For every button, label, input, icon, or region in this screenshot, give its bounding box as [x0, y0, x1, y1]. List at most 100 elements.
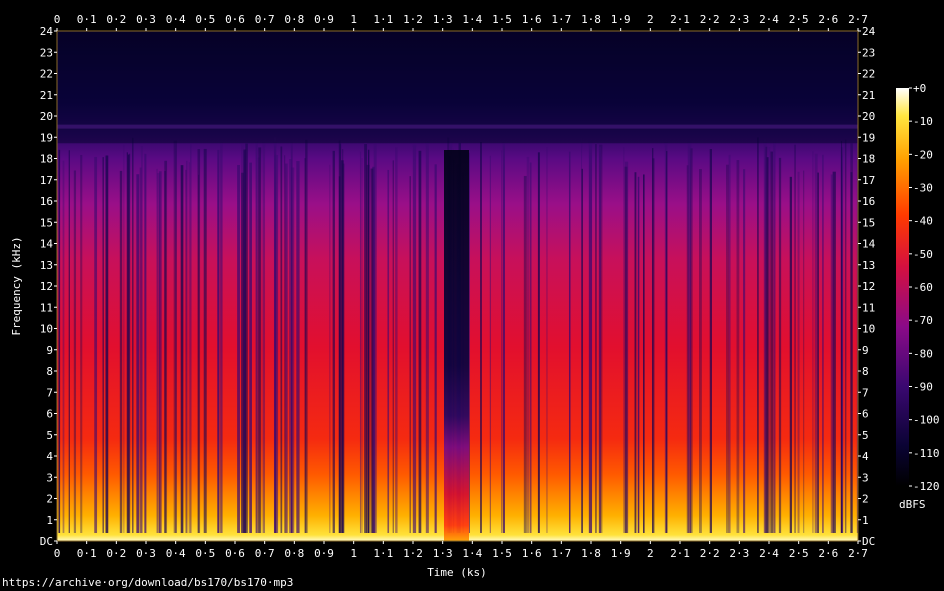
x-tick-label: 1·8 [581, 13, 601, 26]
x-tick-label: 0·1 [77, 13, 97, 26]
dropout-stripe [797, 171, 800, 534]
x-tick-label: 0·9 [314, 547, 334, 560]
colorbar-tick-label: -60 [913, 281, 933, 294]
dropout-stripe [180, 165, 184, 533]
x-tick-label: 1·4 [462, 13, 482, 26]
dropout-stripe [280, 146, 283, 533]
y-tick-label: 15 [862, 216, 875, 229]
y-tick-label: 14 [40, 238, 54, 251]
dropout-stripe [687, 141, 692, 533]
dropout-stripe [136, 174, 140, 533]
dropout-stripe [814, 153, 818, 533]
dropout-stripe [68, 150, 70, 533]
dropout-stripe [709, 149, 712, 534]
y-tick-label: 22 [40, 68, 53, 81]
dropout-stripe [768, 147, 771, 533]
dropout-stripe [434, 164, 437, 533]
dropout-stripe [773, 140, 776, 533]
x-tick-label: 0·8 [284, 547, 304, 560]
colorbar-tick-label: -100 [913, 414, 940, 427]
dropout-stripe [217, 149, 220, 533]
y-tick-label: 19 [40, 131, 53, 144]
y-tick-label: 18 [40, 153, 53, 166]
x-tick-label: 2·1 [670, 13, 690, 26]
dropout-stripe [412, 144, 417, 533]
x-axis-label: Time (ks) [427, 566, 487, 579]
x-tick-label: 0 [54, 547, 61, 560]
dropout-stripe [62, 160, 65, 533]
dropout-stripe [367, 149, 370, 534]
dropout-stripe [623, 147, 625, 534]
x-tick-label: 0·5 [195, 547, 215, 560]
dropout-stripe [132, 137, 134, 534]
dropout-stripe [203, 148, 207, 533]
dropout-stripe [243, 149, 247, 533]
dropout-stripe [844, 139, 847, 534]
x-tick-label: 1·2 [403, 13, 423, 26]
dropout-stripe [637, 176, 640, 533]
dropout-stripe [766, 157, 769, 534]
dropout-stripe [123, 144, 125, 533]
y-tick-label: 17 [862, 174, 875, 187]
dropout-stripe [812, 151, 814, 533]
dropout-stripe [220, 142, 223, 534]
x-axis-top: 0 0·1 0·2 0·3 0·4 0·5 0·6 0·7 0·8 0·9 1 1·1 1·2 1·3 1·… [54, 13, 868, 31]
colorbar-ticks: +0 -10 -20 -30 -40 -50 -60 -70 -80 -90 -100 -110 -12… [909, 82, 940, 493]
dropout-stripe [255, 139, 258, 533]
x-tick-label: 2·2 [700, 547, 720, 560]
dropout-stripe [736, 160, 740, 533]
x-tick-label: 0·9 [314, 13, 334, 26]
y-tick-label: 23 [40, 46, 53, 59]
dropout-stripe [258, 147, 262, 534]
dropout-stripe [105, 155, 109, 534]
dropout-stripe [568, 151, 571, 533]
colorbar-tick-label: -70 [913, 314, 933, 327]
y-tick-label: 6 [46, 408, 53, 421]
dropout-stripe [803, 170, 805, 533]
y-tick-label: 14 [862, 238, 876, 251]
y-tick-label: 17 [40, 174, 53, 187]
dropout-stripe [164, 171, 166, 533]
dropout-stripe [241, 172, 244, 534]
x-tick-label: 2·3 [729, 547, 749, 560]
x-tick-label: 0·3 [136, 547, 156, 560]
dropout-stripe [332, 150, 335, 534]
dropout-stripe [361, 158, 363, 533]
x-tick-label: 0·5 [195, 13, 215, 26]
dropout-stripe [763, 139, 767, 533]
dropout-stripe [817, 172, 819, 533]
dropout-stripe [197, 149, 201, 534]
y-tick-label: 2 [862, 493, 869, 506]
x-tick-label: 1·6 [522, 547, 542, 560]
y-tick-label: 12 [40, 280, 53, 293]
dropout-stripe [489, 155, 491, 534]
y-tick-label: 16 [862, 195, 875, 208]
y-tick-label: 11 [862, 301, 875, 314]
dropout-stripe [158, 171, 162, 534]
y-tick-label: 9 [46, 344, 53, 357]
colorbar: +0 -10 -20 -30 -40 -50 -60 -70 -80 -90 -100 -110 -12… [896, 82, 940, 511]
x-tick-label: 0·3 [136, 13, 156, 26]
dropout-stripe [373, 144, 377, 533]
dropout-stripe [289, 159, 292, 534]
dropout-stripe [501, 150, 503, 533]
colorbar-gradient [896, 88, 909, 486]
dropout-stripe [139, 167, 142, 533]
y-tick-label: DC [40, 535, 53, 548]
colorbar-tick-label: -120 [913, 480, 940, 493]
dropout-stripe [822, 154, 824, 533]
x-tick-label: 2·2 [700, 13, 720, 26]
x-tick-label: 0·8 [284, 13, 304, 26]
y-tick-label: 1 [862, 514, 869, 527]
dropout-stripe [284, 163, 288, 533]
cutoff-line [57, 124, 858, 129]
x-tick-label: 0·7 [255, 13, 275, 26]
x-tick-label: 2·5 [789, 13, 809, 26]
y-tick-label: 3 [862, 471, 869, 484]
spectrogram-chart: 0 0·1 0·2 0·3 0·4 0·5 0·6 0·7 0·8 0·9 1 1·1 1·2 1·3 1·… [10, 13, 940, 579]
y-tick-label: 4 [46, 450, 53, 463]
dropout-stripe [526, 156, 530, 533]
dropout-stripe [418, 150, 422, 533]
dropout-stripe [73, 170, 77, 533]
dropout-stripe [395, 147, 398, 534]
